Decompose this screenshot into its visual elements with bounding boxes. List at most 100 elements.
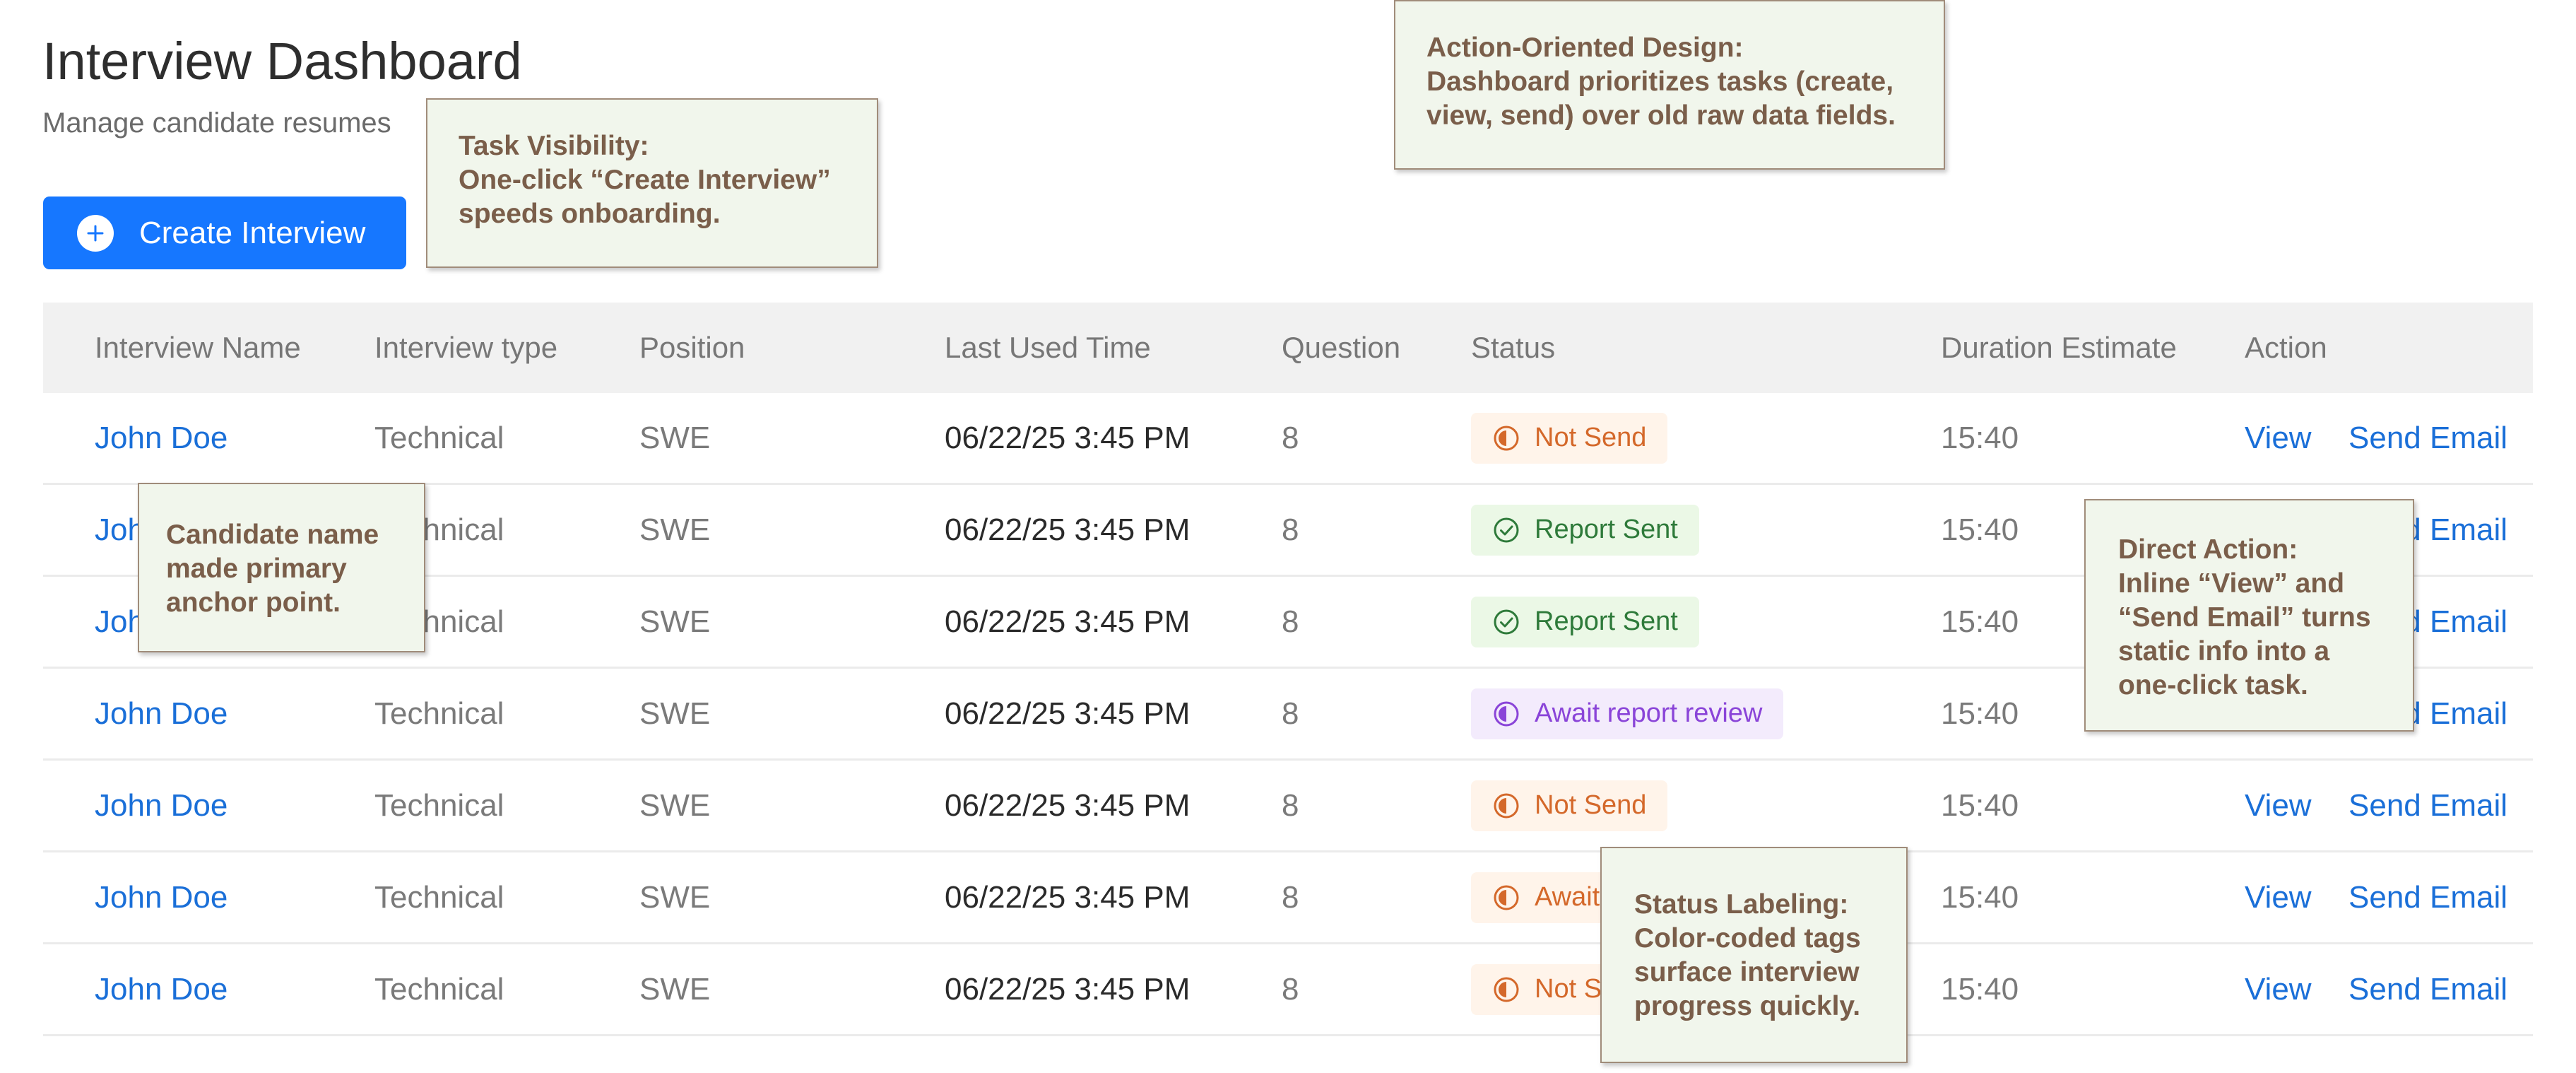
view-link[interactable]: View bbox=[2245, 944, 2312, 1034]
annotation-line: Inline “View” and bbox=[2118, 568, 2345, 599]
annotation-line: Candidate name bbox=[166, 520, 379, 550]
create-interview-label: Create Interview bbox=[139, 215, 366, 250]
candidate-name-link[interactable]: John Doe bbox=[95, 852, 228, 942]
annotation-line: anchor point. bbox=[166, 587, 341, 618]
last-used-time: 06/22/25 3:45 PM bbox=[945, 696, 1190, 731]
duration-estimate: 15:40 bbox=[1941, 696, 2019, 731]
view-link[interactable]: View bbox=[2245, 761, 2312, 850]
annotation-task-visibility: Task Visibility: One-click “Create Inter… bbox=[426, 98, 878, 268]
check-circle-icon bbox=[1492, 608, 1520, 636]
question-count: 8 bbox=[1282, 787, 1299, 823]
question-count: 8 bbox=[1282, 971, 1299, 1007]
column-header-status[interactable]: Status bbox=[1471, 303, 1555, 393]
position: SWE bbox=[639, 604, 711, 639]
half-circle-icon bbox=[1492, 700, 1520, 728]
status-label: Report Sent bbox=[1535, 515, 1678, 544]
annotation-line: One-click “Create Interview” bbox=[459, 165, 831, 195]
last-used-time: 06/22/25 3:45 PM bbox=[945, 420, 1190, 455]
annotation-line: static info into a bbox=[2118, 636, 2330, 667]
half-circle-icon bbox=[1492, 975, 1520, 1004]
status-cell: Not Send bbox=[1471, 393, 1668, 483]
annotation-line: progress quickly. bbox=[1634, 991, 1861, 1021]
annotation-action-oriented: Action-Oriented Design: Dashboard priori… bbox=[1394, 0, 1945, 170]
status-label: Report Sent bbox=[1535, 606, 1678, 636]
question-count: 8 bbox=[1282, 696, 1299, 731]
interview-type: Technical bbox=[374, 696, 504, 731]
create-interview-button[interactable]: Create Interview bbox=[43, 197, 406, 269]
last-used-time: 06/22/25 3:45 PM bbox=[945, 879, 1190, 915]
send-email-link[interactable]: Send Email bbox=[2348, 761, 2507, 850]
position: SWE bbox=[639, 787, 711, 823]
half-circle-icon bbox=[1492, 424, 1520, 452]
table-header: Interview Name Interview type Position L… bbox=[43, 303, 2533, 393]
annotation-line: speeds onboarding. bbox=[459, 199, 721, 229]
table-row: John Doe Technical SWE 06/22/25 3:45 PM 8 Not… bbox=[43, 944, 2533, 1036]
status-label: Not Send bbox=[1535, 423, 1647, 452]
annotation-line: Color-coded tags bbox=[1634, 923, 1861, 954]
position: SWE bbox=[639, 696, 711, 731]
interview-type: Technical bbox=[374, 971, 504, 1007]
send-email-link[interactable]: Send Email bbox=[2348, 944, 2507, 1034]
duration-estimate: 15:40 bbox=[1941, 604, 2019, 639]
column-header-action: Action bbox=[2245, 331, 2327, 364]
status-badge: Await report review bbox=[1471, 688, 1784, 739]
status-label: Not Send bbox=[1535, 790, 1647, 820]
candidate-name-link[interactable]: John Doe bbox=[95, 393, 228, 483]
annotation-line: view, send) over old raw data fields. bbox=[1426, 100, 1896, 131]
annotation-line: Action-Oriented Design: bbox=[1426, 33, 1744, 63]
interview-type: Technical bbox=[374, 787, 504, 823]
column-header-type[interactable]: Interview type bbox=[374, 303, 557, 393]
duration-estimate: 15:40 bbox=[1941, 879, 2019, 915]
column-header-question[interactable]: Question bbox=[1282, 303, 1400, 393]
candidate-name-link[interactable]: John Doe bbox=[95, 669, 228, 758]
annotation-direct-action: Direct Action: Inline “View” and “Send E… bbox=[2084, 499, 2414, 732]
annotation-candidate-name: Candidate name made primary anchor point… bbox=[138, 483, 425, 652]
column-header-last-used[interactable]: Last Used Time bbox=[945, 303, 1151, 393]
question-count: 8 bbox=[1282, 604, 1299, 639]
view-link[interactable]: View bbox=[2245, 393, 2312, 483]
status-badge: Report Sent bbox=[1471, 504, 1699, 556]
table-row: John Doe Technical SWE 06/22/25 3:45 PM 8 Not… bbox=[43, 393, 2533, 485]
duration-estimate: 15:40 bbox=[1941, 512, 2019, 547]
status-cell: Report Sent bbox=[1471, 577, 1699, 667]
duration-estimate: 15:40 bbox=[1941, 971, 2019, 1007]
annotation-line: Task Visibility: bbox=[459, 131, 649, 161]
annotation-line: Direct Action: bbox=[2118, 534, 2298, 565]
duration-estimate: 15:40 bbox=[1941, 787, 2019, 823]
column-header-name[interactable]: Interview Name bbox=[95, 303, 301, 393]
status-cell: Not Send bbox=[1471, 761, 1668, 850]
column-header-position[interactable]: Position bbox=[639, 303, 745, 393]
annotation-line: one-click task. bbox=[2118, 670, 2308, 700]
status-label: Await report review bbox=[1535, 698, 1763, 728]
interview-type: Technical bbox=[374, 420, 504, 455]
send-email-link[interactable]: Send Email bbox=[2348, 393, 2507, 483]
interview-type: Technical bbox=[374, 879, 504, 915]
position: SWE bbox=[639, 971, 711, 1007]
table-row: John Doe Technical SWE 06/22/25 3:45 PM 8 Awa… bbox=[43, 852, 2533, 944]
candidate-name-link[interactable]: John Doe bbox=[95, 761, 228, 850]
annotation-line: made primary bbox=[166, 553, 347, 584]
check-circle-icon bbox=[1492, 516, 1520, 544]
send-email-link[interactable]: Send Email bbox=[2348, 852, 2507, 942]
column-header-duration[interactable]: Duration Estimate bbox=[1941, 303, 2177, 393]
question-count: 8 bbox=[1282, 420, 1299, 455]
annotation-status-labeling: Status Labeling: Color-coded tags surfac… bbox=[1600, 847, 1908, 1063]
last-used-time: 06/22/25 3:45 PM bbox=[945, 604, 1190, 639]
candidate-name-link[interactable]: John Doe bbox=[95, 944, 228, 1034]
status-badge: Not Send bbox=[1471, 780, 1668, 831]
half-circle-icon bbox=[1492, 884, 1520, 912]
annotation-line: “Send Email” turns bbox=[2118, 602, 2371, 633]
status-badge: Not Send bbox=[1471, 412, 1668, 464]
duration-estimate: 15:40 bbox=[1941, 420, 2019, 455]
table-row: John Doe Technical SWE 06/22/25 3:45 PM 8 Not… bbox=[43, 761, 2533, 852]
position: SWE bbox=[639, 512, 711, 547]
annotation-line: surface interview bbox=[1634, 957, 1860, 987]
view-link[interactable]: View bbox=[2245, 852, 2312, 942]
question-count: 8 bbox=[1282, 512, 1299, 547]
plus-circle-icon bbox=[76, 213, 115, 253]
status-cell: Await report review bbox=[1471, 669, 1784, 758]
last-used-time: 06/22/25 3:45 PM bbox=[945, 971, 1190, 1007]
page-subtitle: Manage candidate resumes bbox=[42, 107, 391, 139]
annotation-line: Status Labeling: bbox=[1634, 889, 1849, 920]
status-badge: Report Sent bbox=[1471, 596, 1699, 647]
